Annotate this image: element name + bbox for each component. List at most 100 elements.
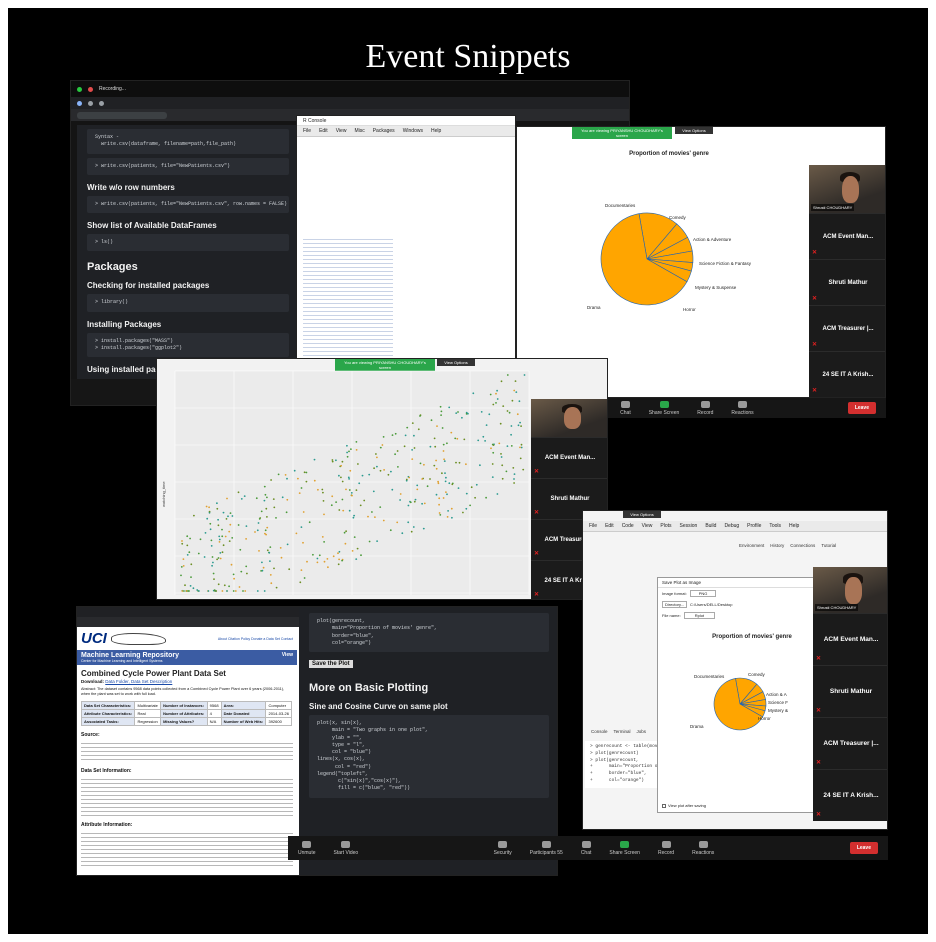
tab-terminal[interactable]: Terminal (614, 729, 631, 734)
scatter-point (317, 488, 319, 491)
tab-tutorial[interactable]: Tutorial (821, 543, 836, 548)
menu-item[interactable]: Tools (769, 523, 781, 529)
menu-item[interactable]: View (642, 523, 653, 529)
scatter-point (284, 474, 287, 476)
scatter-point (312, 553, 314, 556)
scatter-point (356, 547, 359, 550)
menu-item[interactable]: Misc (354, 128, 364, 134)
table-cell: Area: (220, 700, 267, 710)
image-format-select[interactable]: PNG (689, 590, 717, 597)
scatter-point (226, 590, 228, 592)
scatter-point (305, 471, 308, 474)
scatter-point (435, 493, 438, 496)
view-options-button[interactable]: View Options (437, 359, 475, 366)
uci-links[interactable]: About Citation Policy Donate a Data Set … (218, 637, 293, 641)
view-after-checkbox[interactable] (662, 803, 666, 808)
menu-item[interactable]: Edit (605, 523, 614, 529)
scatter-point (190, 563, 193, 566)
scatter-plot: watching_time (161, 370, 530, 595)
download-links[interactable]: Data Folder, Data Set Description (105, 679, 172, 684)
menu-item[interactable]: Build (705, 523, 716, 529)
scatter-point (407, 504, 410, 507)
scatter-point (273, 506, 276, 509)
scatter-point (231, 537, 234, 539)
table-cell: Data Set Characteristics: (80, 700, 136, 710)
muted-mic-icon: ✕ (816, 760, 822, 766)
participants-button[interactable]: Participants 55 (530, 840, 563, 856)
view-options-button[interactable]: View Options (623, 511, 661, 518)
start-video-button[interactable]: Start Video (334, 840, 358, 856)
scatter-point (218, 538, 221, 541)
scatter-point (199, 538, 202, 541)
scatter-point (381, 444, 384, 446)
menu-item[interactable]: Packages (373, 128, 395, 134)
file-name-input[interactable]: Rplot (683, 612, 716, 619)
menu-item[interactable]: File (303, 128, 311, 134)
share-screen-button[interactable]: Share Screen (649, 400, 679, 416)
participant-tile[interactable]: ACM Event Man... ✕ (809, 213, 885, 259)
record-button[interactable]: Record (697, 400, 713, 416)
participant-tile[interactable]: ACM Event Man... ✕ (813, 613, 887, 665)
scatter-point (501, 477, 504, 480)
scatter-point (391, 434, 394, 436)
scatter-point (219, 552, 222, 554)
scatter-point (240, 570, 243, 573)
leave-button[interactable]: Leave (847, 402, 876, 414)
participant-tile[interactable]: 24 SE IT A Krish... ✕ (809, 351, 885, 397)
menu-item[interactable]: Code (622, 523, 634, 529)
participant-tile[interactable]: Shruti Mathur ✕ (809, 259, 885, 305)
tab-console[interactable]: Console (591, 729, 608, 734)
y-axis-label: watching_time (161, 481, 166, 507)
menu-item[interactable]: Debug (724, 523, 739, 529)
participant-tile[interactable]: ACM Event Man... ✕ (531, 437, 607, 478)
scatter-point (322, 491, 324, 494)
scatter-point (286, 498, 289, 501)
security-button[interactable]: Security (494, 840, 512, 856)
tab-jobs[interactable]: Jobs (637, 729, 647, 734)
scatter-point (323, 560, 326, 563)
scatter-point (390, 470, 392, 473)
reactions-button[interactable]: Reactions (731, 400, 754, 416)
scatter-point (338, 474, 340, 477)
dataset-title: Combined Cycle Power Plant Data Set (81, 669, 226, 678)
menu-item[interactable]: Help (431, 128, 441, 134)
view-options-button[interactable]: View Options (675, 127, 713, 134)
muted-mic-icon: ✕ (534, 551, 540, 557)
directory-button[interactable]: Directory... (662, 601, 688, 608)
scatter-point (465, 507, 468, 510)
menu-item[interactable]: Edit (319, 128, 328, 134)
chat-button[interactable]: Chat (581, 840, 591, 856)
scatter-point (231, 515, 234, 517)
participant-tile[interactable]: ACM Treasurer |... ✕ (809, 305, 885, 351)
scatter-point (495, 402, 497, 404)
reactions-button[interactable]: Reactions (692, 840, 714, 856)
participant-tile[interactable]: Shruti Mathur ✕ (813, 665, 887, 717)
menu-item[interactable]: Plots (660, 523, 671, 529)
uci-logo: UCI (81, 630, 107, 647)
scatter-point (286, 543, 289, 546)
tab-environment[interactable]: Environment (739, 543, 764, 548)
scatter-point (337, 552, 339, 555)
menu-item[interactable]: Help (789, 523, 799, 529)
scatter-point (367, 515, 369, 518)
scatter-point (510, 445, 513, 447)
source-heading: Source: (81, 731, 100, 738)
view-link[interactable]: View (282, 652, 293, 663)
menu-item[interactable]: File (589, 523, 597, 529)
tab-history[interactable]: History (770, 543, 784, 548)
unmute-button[interactable]: Unmute (298, 840, 316, 856)
leave-button[interactable]: Leave (849, 842, 878, 854)
participant-tile[interactable]: ACM Treasurer |... ✕ (813, 717, 887, 769)
tab-connections[interactable]: Connections (790, 543, 815, 548)
menu-item[interactable]: Profile (747, 523, 761, 529)
participant-tile[interactable]: 24 SE IT A Krish... ✕ (813, 769, 887, 821)
chat-button[interactable]: Chat (620, 400, 631, 416)
menu-item[interactable]: View (336, 128, 347, 134)
record-button[interactable]: Record (658, 840, 674, 856)
menu-item[interactable]: Session (680, 523, 698, 529)
scatter-point (440, 410, 443, 413)
share-screen-button[interactable]: Share Screen (609, 840, 640, 856)
menu-item[interactable]: Windows (403, 128, 423, 134)
chart-title: Proportion of movies' genre (629, 151, 709, 157)
scatter-point (500, 456, 503, 458)
